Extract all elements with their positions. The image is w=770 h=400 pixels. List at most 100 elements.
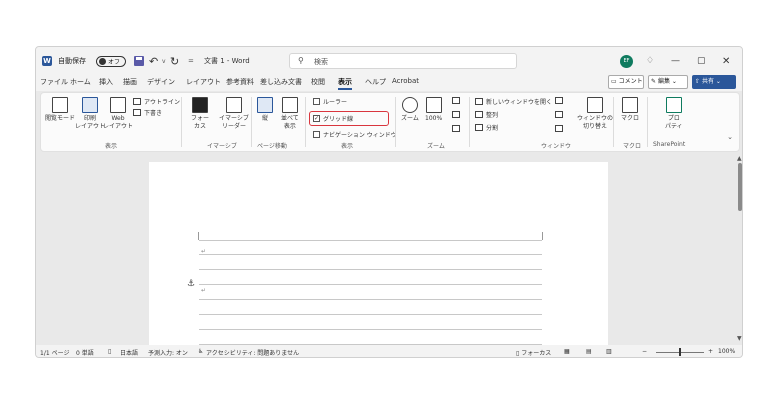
tab-design[interactable]: デザイン	[147, 77, 175, 87]
share-button[interactable]: ⇧ 共有 ⌄	[692, 75, 736, 89]
vertical-scrollbar[interactable]: ▲ ▼	[736, 155, 742, 345]
gridline	[199, 314, 542, 315]
gridline	[199, 299, 542, 300]
collapse-ribbon-icon[interactable]: ⌄	[727, 133, 733, 141]
language[interactable]: 日本語	[120, 348, 138, 357]
ruler-check	[313, 98, 320, 105]
editing-button[interactable]: ✎ 編集 ⌄	[648, 75, 688, 89]
web-layout-icon	[110, 97, 126, 113]
tab-acrobat[interactable]: Acrobat	[392, 77, 419, 85]
sharepoint-properties-icon	[665, 97, 682, 113]
page-width-button[interactable]	[452, 125, 460, 132]
new-window-icon	[475, 98, 483, 105]
text-prediction[interactable]: 予測入力: オン	[148, 348, 188, 357]
group-label-zoom: ズーム	[427, 143, 445, 150]
gridline	[199, 284, 542, 285]
scroll-down-icon[interactable]: ▼	[737, 335, 742, 342]
outline-button[interactable]: アウトライン	[133, 97, 180, 106]
zoom-slider-thumb[interactable]	[679, 348, 681, 356]
tab-review[interactable]: 校閲	[311, 77, 325, 87]
comment-button[interactable]: ▭ コメント	[608, 75, 644, 89]
view-side-by-side-icon[interactable]	[555, 97, 563, 104]
draft-icon	[133, 109, 141, 116]
read-mode-button[interactable]: 閲覧モード	[45, 97, 75, 123]
word-logo-icon: W	[42, 56, 52, 66]
undo-dropdown[interactable]: v	[162, 47, 166, 75]
zoom-100-icon	[425, 97, 442, 113]
new-window-button[interactable]: 新しいウィンドウを開く	[475, 97, 552, 106]
read-mode-status-icon[interactable]: ▦	[564, 348, 570, 355]
proofing-icon[interactable]: ▯	[108, 348, 111, 355]
group-divider	[395, 97, 396, 147]
tab-help[interactable]: ヘルプ	[365, 77, 386, 87]
macro-icon	[622, 97, 638, 113]
save-icon[interactable]	[134, 47, 144, 75]
gridlines-checkbox[interactable]: ✓ グリッド線	[313, 114, 353, 123]
multiple-pages-icon	[452, 111, 460, 118]
switch-windows-button[interactable]: ウィンドウの 切り替え	[577, 97, 613, 131]
immersive-reader-button[interactable]: イマーシブ リーダー	[219, 97, 249, 131]
one-page-button[interactable]	[452, 97, 460, 104]
undo-icon[interactable]: ↶	[149, 47, 158, 75]
tab-mailings[interactable]: 差し込み文書	[260, 77, 302, 87]
split-button[interactable]: 分割	[475, 123, 498, 132]
anchor-icon[interactable]: ⚓	[187, 279, 195, 289]
web-layout-button[interactable]: Web レイアウト	[103, 97, 133, 131]
nav-pane-check	[313, 131, 320, 138]
gridline	[199, 240, 542, 241]
page-width-icon	[452, 125, 460, 132]
group-divider	[613, 97, 614, 147]
focus-button[interactable]: フォー カス	[191, 97, 209, 131]
tab-insert[interactable]: 挿入	[99, 77, 113, 87]
document-page[interactable]: ↵ ↵ ⚓	[149, 162, 608, 345]
print-layout-button[interactable]: 印刷 レイアウト	[75, 97, 105, 131]
word-count[interactable]: 0 単語	[76, 348, 94, 357]
multiple-pages-button[interactable]	[452, 111, 460, 118]
customize-qat-icon[interactable]: =	[188, 47, 194, 75]
close-button[interactable]: ✕	[722, 47, 730, 75]
page-count[interactable]: 1/1 ページ	[40, 348, 69, 357]
copilot-icon[interactable]: ♢	[646, 47, 654, 75]
tab-view[interactable]: 表示	[338, 77, 352, 90]
print-layout-status-icon[interactable]: ▤	[586, 348, 592, 355]
tab-file[interactable]: ファイル	[40, 77, 68, 87]
focus-status[interactable]: ▯ フォーカス	[516, 348, 551, 357]
gridlines-check: ✓	[313, 115, 320, 122]
avatar[interactable]: EF	[620, 47, 633, 75]
vertical-icon	[257, 97, 273, 113]
properties-button[interactable]: プロ パティ	[665, 97, 683, 131]
reset-position-icon[interactable]	[555, 125, 563, 132]
read-mode-icon	[52, 97, 68, 113]
document-area: ↵ ↵ ⚓	[36, 155, 736, 345]
web-layout-status-icon[interactable]: ▥	[606, 348, 612, 355]
zoom-out-button[interactable]: −	[642, 348, 647, 355]
zoom-100-button[interactable]: 100%	[425, 97, 442, 123]
ruler-checkbox[interactable]: ルーラー	[313, 97, 347, 106]
zoom-in-button[interactable]: +	[708, 348, 713, 355]
vertical-button[interactable]: 縦	[257, 97, 273, 123]
side-by-side-button[interactable]: 並べて 表示	[281, 97, 299, 131]
arrange-all-button[interactable]: 整列	[475, 110, 498, 119]
tab-draw[interactable]: 描画	[123, 77, 137, 87]
minimize-button[interactable]: —	[671, 47, 680, 75]
split-icon	[475, 124, 483, 131]
gridline	[199, 254, 542, 255]
tab-layout[interactable]: レイアウト	[186, 77, 221, 87]
accessibility-status[interactable]: アクセシビリティ: 問題ありません	[206, 348, 299, 357]
search-input[interactable]: ⚲ 検索	[289, 53, 517, 69]
sync-scroll-icon[interactable]	[555, 111, 563, 118]
group-label-page-move: ページ移動	[257, 143, 287, 150]
scroll-thumb[interactable]	[738, 163, 742, 211]
tab-references[interactable]: 参考資料	[226, 77, 254, 87]
status-bar: 1/1 ページ 0 単語 ▯ 日本語 予測入力: オン ♿ アクセシビリティ: …	[36, 345, 742, 357]
autosave-toggle[interactable]: オフ	[96, 47, 126, 75]
nav-pane-checkbox[interactable]: ナビゲーション ウィンドウ	[313, 130, 397, 139]
zoom-button[interactable]: ズーム	[401, 97, 419, 123]
draft-button[interactable]: 下書き	[133, 108, 162, 117]
tab-home[interactable]: ホーム	[70, 77, 91, 87]
redo-icon[interactable]: ↻	[170, 47, 179, 75]
macros-button[interactable]: マクロ	[621, 97, 639, 123]
maximize-button[interactable]: ▢	[697, 47, 706, 75]
scroll-up-icon[interactable]: ▲	[737, 155, 742, 162]
zoom-level[interactable]: 100%	[718, 348, 735, 355]
